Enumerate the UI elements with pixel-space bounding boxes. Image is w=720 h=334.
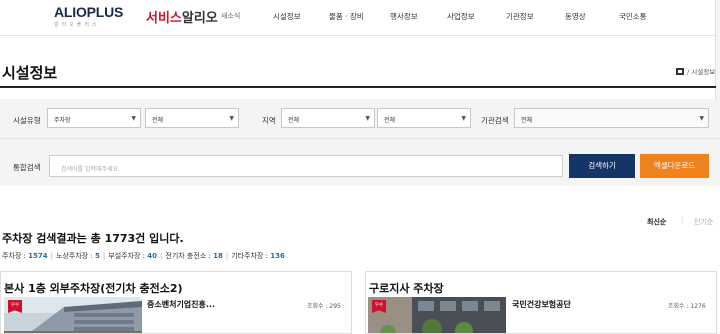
card-view-count: 조회수 : 295 bbox=[307, 303, 341, 310]
nav-business[interactable]: 사업정보 bbox=[447, 11, 475, 22]
logo-text-alio: ALIO bbox=[54, 4, 87, 20]
search-button[interactable]: 검색하기 bbox=[569, 154, 635, 178]
nav-events[interactable]: 행사정보 bbox=[390, 11, 418, 22]
nav-facility[interactable]: 시설정보 bbox=[273, 11, 301, 22]
card-title[interactable]: 구로지사 주차장 bbox=[369, 280, 444, 296]
home-icon[interactable] bbox=[676, 68, 684, 75]
sort-popular[interactable]: 인기순 bbox=[694, 217, 713, 227]
stat-value-street: 5 bbox=[95, 252, 100, 260]
alioplus-logo[interactable]: ALIOPLUS 알리오플러스 bbox=[54, 5, 123, 28]
org-search-select[interactable]: 전체 ▼ bbox=[514, 108, 709, 128]
logo-subtitle: 알리오플러스 bbox=[54, 22, 100, 28]
facility-photo[interactable]: 우수 bbox=[368, 297, 506, 333]
brand-text-alio: 알리오 bbox=[181, 11, 218, 26]
stat-value-parking: 1574 bbox=[28, 252, 48, 260]
card-organization: 국민건강보험공단 bbox=[512, 300, 571, 309]
org-search-value: 전체 bbox=[521, 117, 533, 124]
scrollbar[interactable] bbox=[715, 0, 720, 100]
result-card[interactable]: 본사 1층 외부주차장(전기차 충전소2) 우수 중소벤처기업진흥... 조회수… bbox=[0, 271, 352, 334]
chevron-down-icon: ▼ bbox=[365, 115, 370, 122]
stat-label-street: 노상주차장 : bbox=[55, 252, 93, 260]
page-title: 시설정보 bbox=[2, 64, 58, 82]
search-filter-panel: 시설유형 주차장 ▼ 전체 ▼ 지역 전체 ▼ 전체 ▼ 기관검색 전체 ▼ 통합검색 검… bbox=[0, 99, 720, 186]
org-search-label: 기관검색 bbox=[481, 116, 509, 125]
stat-label-parking: 주차장 : bbox=[2, 252, 26, 260]
building-photo-image bbox=[4, 297, 142, 333]
result-summary: 주차장 검색결과는 총 1773건 입니다. bbox=[2, 232, 184, 245]
breadcrumb-current: / 시설정보 bbox=[687, 68, 716, 76]
region-select[interactable]: 전체 ▼ bbox=[281, 108, 375, 128]
title-divider bbox=[0, 86, 716, 88]
stat-value-ev: 18 bbox=[213, 252, 223, 260]
keyword-search-input[interactable]: 검색어를 입력해주세요. bbox=[49, 155, 563, 177]
nav-equipment[interactable]: 물품 · 장비 bbox=[329, 11, 364, 22]
facility-photo[interactable]: 우수 bbox=[4, 297, 142, 333]
stat-label-attached: 부설주차장 : bbox=[108, 252, 146, 260]
top-header: ALIOPLUS 알리오플러스 서비스알리오 새소식 시설정보 물품 · 장비 … bbox=[0, 0, 720, 36]
region-sub-select[interactable]: 전체 ▼ bbox=[377, 108, 471, 128]
card-title[interactable]: 본사 1층 외부주차장(전기차 충전소2) bbox=[4, 280, 183, 296]
breadcrumb: / 시설정보 bbox=[676, 66, 715, 76]
facility-type-select[interactable]: 주차장 ▼ bbox=[47, 108, 141, 128]
panel-divider bbox=[0, 138, 720, 139]
region-sub-value: 전체 bbox=[384, 117, 396, 124]
building-photo-image bbox=[368, 297, 506, 333]
card-organization: 중소벤처기업진흥... bbox=[147, 300, 215, 309]
chevron-down-icon: ▼ bbox=[131, 115, 136, 122]
nav-institution[interactable]: 기관정보 bbox=[506, 11, 534, 22]
sort-separator: | bbox=[681, 216, 684, 224]
result-card[interactable]: 구로지사 주차장 우수 국민건강보험공단 조회수 : 1276 bbox=[365, 271, 717, 334]
page: ALIOPLUS 알리오플러스 서비스알리오 새소식 시설정보 물품 · 장비 … bbox=[0, 0, 720, 334]
brand-text-service: 서비스 bbox=[146, 11, 182, 26]
facility-type-label: 시설유형 bbox=[13, 116, 41, 125]
facility-subtype-select[interactable]: 전체 ▼ bbox=[145, 108, 239, 128]
service-alio-brand[interactable]: 서비스알리오 bbox=[146, 7, 218, 26]
region-value: 전체 bbox=[288, 117, 300, 124]
chevron-down-icon: ▼ bbox=[461, 115, 466, 122]
chevron-down-icon: ▼ bbox=[699, 115, 704, 122]
nav-video[interactable]: 동영상 bbox=[565, 11, 586, 22]
sort-newest[interactable]: 최신순 bbox=[647, 217, 666, 227]
excel-download-button[interactable]: 엑셀다운로드 bbox=[640, 154, 709, 178]
facility-subtype-value: 전체 bbox=[152, 117, 164, 124]
logo-text-plus: PLUS bbox=[86, 4, 124, 20]
stat-value-other: 136 bbox=[270, 252, 285, 260]
stat-label-ev: 전기차 충전소 : bbox=[165, 252, 211, 260]
chevron-down-icon: ▼ bbox=[229, 115, 234, 122]
nav-communication[interactable]: 국민소통 bbox=[619, 11, 647, 22]
logo-wordmark: ALIOPLUS bbox=[54, 5, 123, 19]
card-view-count: 조회수 : 1276 bbox=[668, 303, 706, 310]
news-link[interactable]: 새소식 bbox=[221, 11, 240, 21]
facility-type-value: 주차장 bbox=[54, 117, 71, 124]
keyword-search-label: 통합검색 bbox=[13, 163, 41, 172]
result-stats: 주차장 : 1574 | 노상주차장 : 5 | 부설주차장 : 40 | 전기차 충전소 … bbox=[2, 252, 285, 260]
stat-label-other: 기타주차장 : bbox=[231, 252, 268, 260]
region-label: 지역 bbox=[262, 116, 276, 125]
stat-value-attached: 40 bbox=[147, 252, 158, 260]
